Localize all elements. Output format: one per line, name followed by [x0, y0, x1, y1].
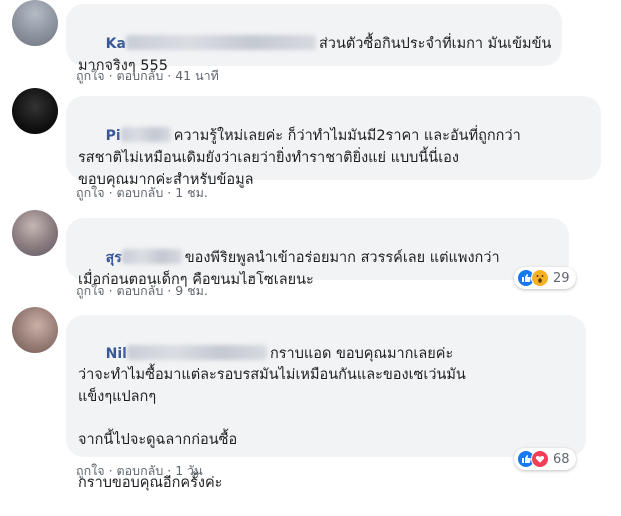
- like-link[interactable]: ถูกใจ: [76, 283, 105, 298]
- like-link[interactable]: ถูกใจ: [76, 463, 105, 478]
- reply-link[interactable]: ตอบกลับ: [117, 283, 164, 298]
- author-name[interactable]: Nil: [106, 346, 127, 362]
- reaction-count: 29: [553, 270, 570, 286]
- comment-actions: ถูกใจ · ตอบกลับ · 1 ชม.: [76, 185, 208, 200]
- author-name-redacted: [120, 127, 171, 142]
- timestamp[interactable]: 1 ชม.: [175, 185, 208, 200]
- author-name-redacted: [121, 249, 182, 264]
- comment-bubble: Nil กราบแอด ขอบคุณมากเลยค่ะ ว่าจะทำไมซื้อ…: [66, 315, 586, 491]
- comment-actions: ถูกใจ · ตอบกลับ · 1 วัน: [76, 463, 203, 478]
- avatar[interactable]: [12, 88, 58, 134]
- like-link[interactable]: ถูกใจ: [76, 68, 105, 83]
- author-name[interactable]: สุร: [106, 250, 122, 266]
- avatar[interactable]: [12, 0, 58, 46]
- reaction-summary[interactable]: 29: [514, 267, 576, 289]
- wow-icon: [531, 269, 549, 287]
- love-icon: [531, 450, 549, 468]
- avatar[interactable]: [12, 210, 58, 256]
- reply-link[interactable]: ตอบกลับ: [117, 185, 164, 200]
- avatar[interactable]: [12, 307, 58, 353]
- author-name-redacted: [125, 35, 316, 50]
- timestamp[interactable]: 9 ชม.: [175, 283, 208, 298]
- like-link[interactable]: ถูกใจ: [76, 185, 105, 200]
- comment-bubble: Ka ส่วนตัวซื้อกินประจำที่เมกา มันเข้มข้น …: [66, 4, 562, 74]
- reaction-summary[interactable]: 68: [514, 448, 576, 470]
- reaction-count: 68: [553, 451, 570, 467]
- author-name-redacted: [126, 344, 267, 360]
- comment-bubble: สุร ของพีริยพูลนำเข้าอร่อยมาก สวรรค์เลย แ…: [66, 218, 569, 288]
- comment-actions: ถูกใจ · ตอบกลับ · 9 ชม.: [76, 283, 208, 298]
- comment-actions: ถูกใจ · ตอบกลับ · 41 นาที: [76, 68, 219, 83]
- reply-link[interactable]: ตอบกลับ: [117, 463, 164, 478]
- reply-link[interactable]: ตอบกลับ: [117, 68, 164, 83]
- timestamp[interactable]: 1 วัน: [175, 463, 203, 478]
- author-name[interactable]: Pi: [106, 128, 121, 144]
- timestamp[interactable]: 41 นาที: [175, 68, 219, 83]
- comment-bubble: Pi ความรู้ใหม่เลยค่ะ ก็ว่าทำไมมันมี2ราคา …: [66, 96, 601, 188]
- author-name[interactable]: Ka: [106, 36, 126, 52]
